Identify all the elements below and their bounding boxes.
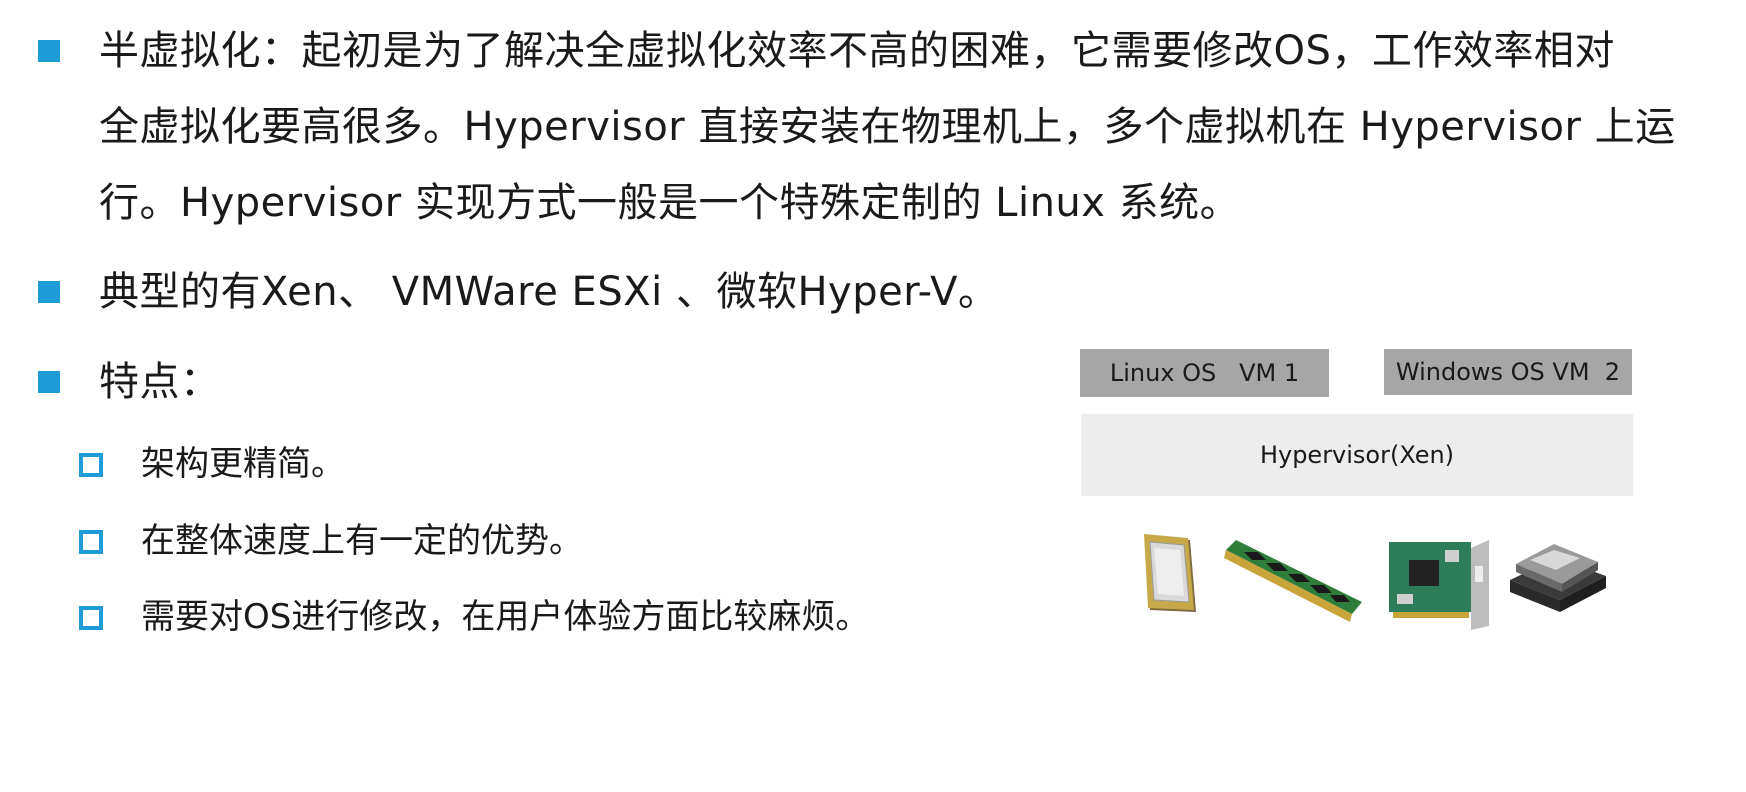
bullet-line-3: 行。Hypervisor 实现方式一般是一个特殊定制的 Linux 系统。: [99, 180, 1241, 226]
bullet-marker-1: [38, 40, 60, 62]
bullet-line-2: 全虚拟化要高很多。Hypervisor 直接安装在物理机上，多个虚拟机在 Hyp…: [99, 104, 1676, 150]
sub-bullet-marker-1: [79, 453, 103, 477]
ram-module-icon: [1224, 540, 1362, 622]
sub-bullet-marker-2: [79, 530, 103, 554]
bullet-marker-2: [38, 281, 60, 303]
sub-bullet-marker-3: [79, 606, 103, 630]
bullet-text-paravirtualization: 半虚拟化：起初是为了解决全虚拟化效率不高的困难，它需要修改OS，工作效率相对 全…: [99, 13, 1676, 241]
bullet-text-features: 特点：: [99, 359, 221, 405]
bullet-marker-3: [38, 371, 60, 393]
sub-bullet-text-2: 在整体速度上有一定的优势。: [141, 521, 583, 561]
hypervisor-box: Hypervisor(Xen): [1081, 414, 1633, 496]
bullet-text-typical: 典型的有Xen、 VMWare ESXi 、微软Hyper-V。: [99, 269, 999, 315]
vm1-box: Linux OS VM 1: [1080, 349, 1329, 397]
bullet-line-1: 半虚拟化：起初是为了解决全虚拟化效率不高的困难，它需要修改OS，工作效率相对: [99, 28, 1615, 74]
sub-bullet-text-3: 需要对OS进行修改，在用户体验方面比较麻烦。: [141, 597, 870, 637]
hard-disk-icon: [1510, 544, 1606, 612]
network-card-icon: [1389, 540, 1489, 630]
slide: 半虚拟化：起初是为了解决全虚拟化效率不高的困难，它需要修改OS，工作效率相对 全…: [0, 0, 1746, 792]
sub-bullet-text-1: 架构更精简。: [141, 444, 345, 484]
cpu-chip-icon: [1144, 534, 1196, 612]
vm2-box: Windows OS VM 2: [1384, 349, 1632, 395]
